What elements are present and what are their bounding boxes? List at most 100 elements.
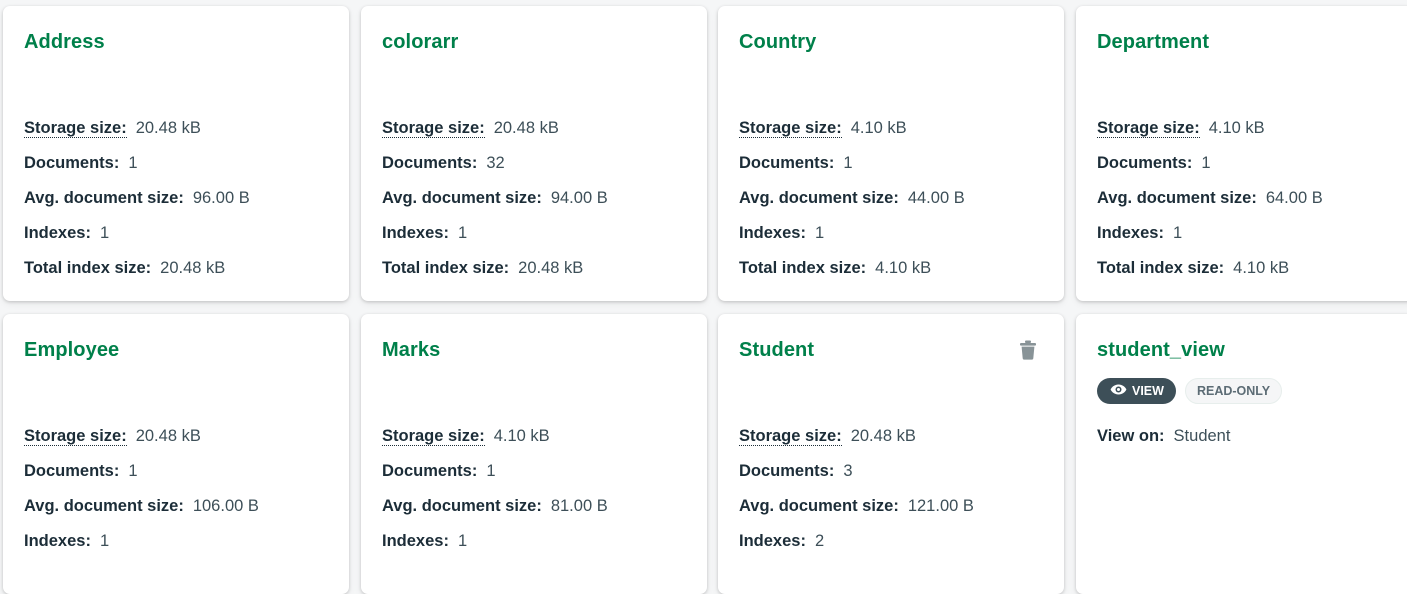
documents-value: 1 — [128, 462, 138, 480]
collection-card-employee[interactable]: Employee Storage size: 20.48 kB Documents… — [3, 314, 349, 594]
total-index-size-label: Total index size: — [739, 259, 867, 277]
collection-stats: Storage size: 4.10 kB Documents: 1 Avg. do… — [739, 116, 1054, 291]
indexes-row: Indexes: 1 — [24, 221, 339, 256]
storage-size-row: Storage size: 4.10 kB — [1097, 116, 1406, 151]
indexes-row: Indexes: 1 — [1097, 221, 1406, 256]
storage-size-label: Storage size: — [382, 119, 485, 138]
documents-row: Documents: 1 — [1097, 151, 1406, 186]
collection-name[interactable]: Marks — [382, 339, 440, 362]
documents-row: Documents: 1 — [24, 459, 339, 494]
total-index-size-label: Total index size: — [1097, 259, 1225, 277]
indexes-label: Indexes: — [739, 532, 806, 550]
storage-size-label: Storage size: — [382, 427, 485, 446]
avg-document-size-label: Avg. document size: — [739, 189, 899, 207]
storage-size-label: Storage size: — [24, 427, 127, 446]
documents-row: Documents: 1 — [382, 459, 697, 494]
avg-document-size-row: Avg. document size: 81.00 B — [382, 494, 697, 529]
avg-document-size-value: 121.00 B — [907, 497, 974, 515]
collection-card-marks[interactable]: Marks Storage size: 4.10 kB Documents: 1 A… — [361, 314, 707, 594]
avg-document-size-value: 96.00 B — [192, 189, 250, 207]
collection-name[interactable]: Employee — [24, 339, 119, 362]
collection-name[interactable]: Country — [739, 31, 816, 54]
documents-value: 1 — [486, 462, 496, 480]
avg-document-size-row: Avg. document size: 121.00 B — [739, 494, 1054, 529]
indexes-value: 1 — [99, 224, 110, 242]
storage-size-row: Storage size: 20.48 kB — [382, 116, 697, 151]
view-on-label: View on: — [1097, 427, 1165, 445]
total-index-size-row: Total index size: 4.10 kB — [739, 256, 1054, 291]
collection-name[interactable]: Department — [1097, 31, 1209, 54]
documents-row: Documents: 1 — [739, 151, 1054, 186]
avg-document-size-row: Avg. document size: 44.00 B — [739, 186, 1054, 221]
view-on-row: View on: Student — [1097, 424, 1230, 459]
avg-document-size-value: 64.00 B — [1265, 189, 1323, 207]
view-badges: VIEW READ-ONLY — [1097, 378, 1283, 404]
avg-document-size-row: Avg. document size: 64.00 B — [1097, 186, 1406, 221]
documents-label: Documents: — [382, 154, 478, 172]
total-index-size-value: 4.10 kB — [875, 259, 932, 277]
collection-card-student[interactable]: Student Storage size: 20.48 kB Documents:… — [718, 314, 1064, 594]
storage-size-value: 20.48 kB — [493, 119, 559, 137]
storage-size-row: Storage size: 20.48 kB — [24, 116, 339, 151]
storage-size-value: 4.10 kB — [850, 119, 907, 137]
storage-size-value: 20.48 kB — [135, 427, 201, 445]
avg-document-size-label: Avg. document size: — [24, 189, 184, 207]
total-index-size-row: Total index size: 4.10 kB — [1097, 256, 1406, 291]
trash-icon[interactable] — [1019, 340, 1037, 360]
avg-document-size-row: Avg. document size: 96.00 B — [24, 186, 339, 221]
indexes-value: 1 — [457, 224, 468, 242]
avg-document-size-value: 106.00 B — [192, 497, 259, 515]
indexes-row: Indexes: 2 — [739, 529, 1054, 564]
storage-size-label: Storage size: — [739, 427, 842, 446]
avg-document-size-label: Avg. document size: — [382, 189, 542, 207]
collection-stats: Storage size: 20.48 kB Documents: 1 Avg. d… — [24, 424, 339, 564]
documents-value: 1 — [843, 154, 853, 172]
indexes-label: Indexes: — [382, 532, 449, 550]
collection-name[interactable]: Student — [739, 339, 814, 362]
indexes-label: Indexes: — [739, 224, 806, 242]
collection-card-country[interactable]: Country Storage size: 4.10 kB Documents: 1… — [718, 6, 1064, 301]
indexes-value: 1 — [814, 224, 825, 242]
indexes-row: Indexes: 1 — [382, 221, 697, 256]
storage-size-row: Storage size: 4.10 kB — [382, 424, 697, 459]
avg-document-size-label: Avg. document size: — [739, 497, 899, 515]
read-only-badge-label: READ-ONLY — [1196, 384, 1271, 398]
total-index-size-row: Total index size: 20.48 kB — [382, 256, 697, 291]
storage-size-label: Storage size: — [739, 119, 842, 138]
indexes-row: Indexes: 1 — [739, 221, 1054, 256]
documents-label: Documents: — [24, 462, 120, 480]
collection-card-department[interactable]: Department Storage size: 4.10 kB Document… — [1076, 6, 1407, 301]
documents-row: Documents: 3 — [739, 459, 1054, 494]
documents-row: Documents: 32 — [382, 151, 697, 186]
documents-value: 32 — [486, 154, 505, 172]
collection-name[interactable]: Address — [24, 31, 105, 54]
collection-stats: Storage size: 20.48 kB Documents: 3 Avg. d… — [739, 424, 1054, 564]
total-index-size-value: 20.48 kB — [518, 259, 584, 277]
total-index-size-label: Total index size: — [24, 259, 152, 277]
view-card-student-view[interactable]: student_view VIEW READ-ONLY View on: Stud… — [1076, 314, 1407, 594]
total-index-size-value: 4.10 kB — [1233, 259, 1290, 277]
indexes-label: Indexes: — [382, 224, 449, 242]
documents-label: Documents: — [739, 154, 835, 172]
collection-card-address[interactable]: Address Storage size: 20.48 kB Documents:… — [3, 6, 349, 301]
storage-size-label: Storage size: — [24, 119, 127, 138]
avg-document-size-value: 94.00 B — [550, 189, 608, 207]
storage-size-row: Storage size: 20.48 kB — [739, 424, 1054, 459]
collection-stats: Storage size: 20.48 kB Documents: 32 Avg. … — [382, 116, 697, 291]
indexes-label: Indexes: — [24, 224, 91, 242]
eye-icon — [1110, 384, 1127, 398]
storage-size-row: Storage size: 4.10 kB — [739, 116, 1054, 151]
indexes-label: Indexes: — [1097, 224, 1164, 242]
trash-icon-graphic — [1020, 340, 1036, 360]
documents-row: Documents: 1 — [24, 151, 339, 186]
collection-name[interactable]: colorarr — [382, 31, 458, 54]
view-name[interactable]: student_view — [1097, 339, 1225, 362]
eye-icon-graphic — [1110, 384, 1127, 395]
collection-card-colorarr[interactable]: colorarr Storage size: 20.48 kB Documents… — [361, 6, 707, 301]
avg-document-size-label: Avg. document size: — [1097, 189, 1257, 207]
storage-size-label: Storage size: — [1097, 119, 1200, 138]
storage-size-value: 20.48 kB — [135, 119, 201, 137]
storage-size-row: Storage size: 20.48 kB — [24, 424, 339, 459]
total-index-size-value: 20.48 kB — [160, 259, 226, 277]
indexes-row: Indexes: 1 — [382, 529, 697, 564]
